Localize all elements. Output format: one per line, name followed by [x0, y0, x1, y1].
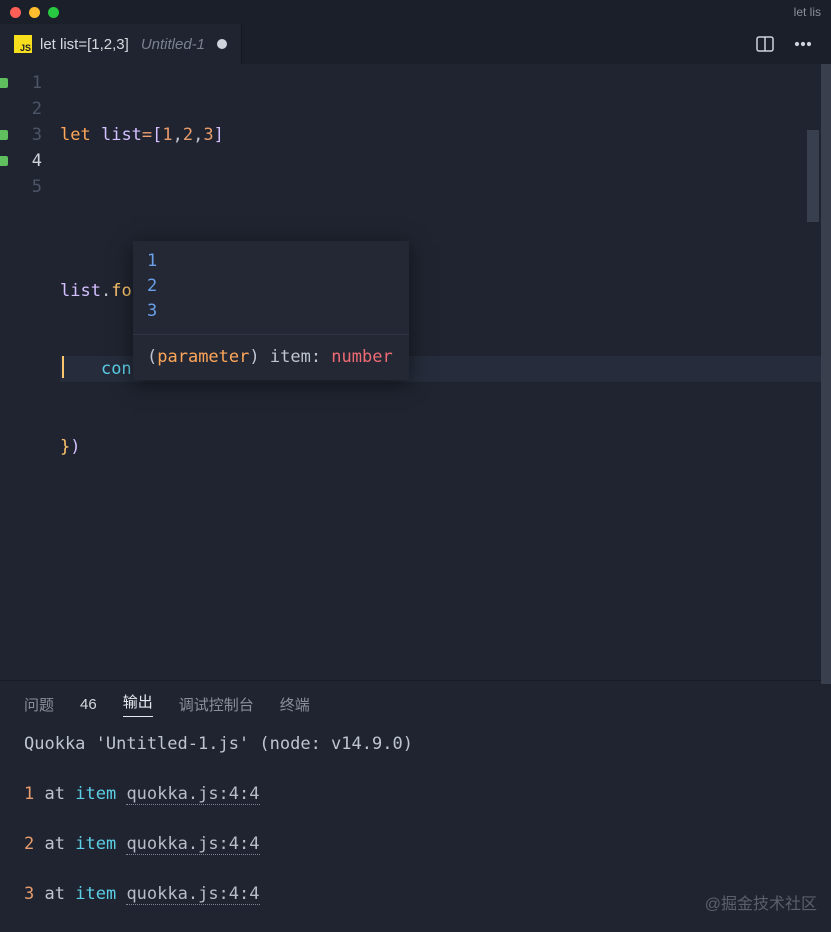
tab-subtitle: Untitled-1 — [141, 36, 205, 53]
line-number: 3 — [0, 122, 60, 148]
hover-signature: (parameter) item: number — [133, 334, 409, 380]
hover-value: 1 — [147, 249, 395, 274]
watermark: @掘金技术社区 — [705, 890, 817, 914]
code-line: let list=[1,2,3] — [60, 122, 831, 148]
traffic-lights — [10, 7, 59, 18]
editor-tab[interactable]: JS let list=[1,2,3] Untitled-1 — [0, 24, 242, 64]
hover-value: 3 — [147, 299, 395, 324]
scrollbar-track[interactable] — [821, 64, 831, 684]
source-link[interactable]: quokka.js:4:4 — [126, 884, 259, 905]
tab-title: let list=[1,2,3] — [40, 36, 129, 53]
hover-tooltip: 1 2 3 (parameter) item: number — [133, 241, 409, 380]
maximize-icon[interactable] — [48, 7, 59, 18]
tab-problems[interactable]: 问题 — [24, 694, 54, 715]
output-panel-body[interactable]: Quokka 'Untitled-1.js' (node: v14.9.0) 1… — [0, 725, 831, 913]
code-editor[interactable]: 1 2 3 4 5 let list=[1,2,3] list.forEach(… — [0, 64, 831, 680]
cursor — [62, 356, 64, 378]
line-number: 5 — [0, 174, 60, 200]
output-row: 2 at item quokka.js:4:4 — [24, 831, 807, 857]
hover-values: 1 2 3 — [133, 241, 409, 334]
unsaved-dot-icon — [217, 39, 227, 49]
panel-tabs: 问题 46 输出 调试控制台 终端 — [0, 681, 831, 725]
line-number: 1 — [0, 70, 60, 96]
js-file-icon: JS — [14, 35, 32, 53]
line-number-gutter: 1 2 3 4 5 — [0, 64, 60, 680]
line-number: 4 — [0, 148, 60, 174]
window-titlebar: let lis — [0, 0, 831, 24]
split-editor-icon[interactable] — [755, 34, 775, 54]
code-line: }) — [60, 434, 831, 460]
close-icon[interactable] — [10, 7, 21, 18]
tab-debug-console[interactable]: 调试控制台 — [179, 694, 254, 715]
titlebar-filename-fragment: let lis — [794, 5, 821, 19]
more-actions-icon[interactable] — [793, 34, 813, 54]
line-number: 2 — [0, 96, 60, 122]
editor-tab-bar: JS let list=[1,2,3] Untitled-1 — [0, 24, 831, 64]
tab-terminal[interactable]: 终端 — [280, 694, 310, 715]
hover-value: 2 — [147, 274, 395, 299]
code-line — [60, 200, 831, 226]
tab-actions — [737, 24, 831, 64]
output-row: 3 at item quokka.js:4:4 — [24, 881, 807, 907]
minimize-icon[interactable] — [29, 7, 40, 18]
minimap[interactable] — [801, 64, 819, 680]
tab-output[interactable]: 输出 — [123, 691, 153, 717]
problems-count-badge: 46 — [80, 696, 97, 713]
source-link[interactable]: quokka.js:4:4 — [126, 784, 259, 805]
output-header: Quokka 'Untitled-1.js' (node: v14.9.0) — [24, 731, 807, 757]
source-link[interactable]: quokka.js:4:4 — [126, 834, 259, 855]
minimap-viewport[interactable] — [807, 130, 819, 222]
output-row: 1 at item quokka.js:4:4 — [24, 781, 807, 807]
